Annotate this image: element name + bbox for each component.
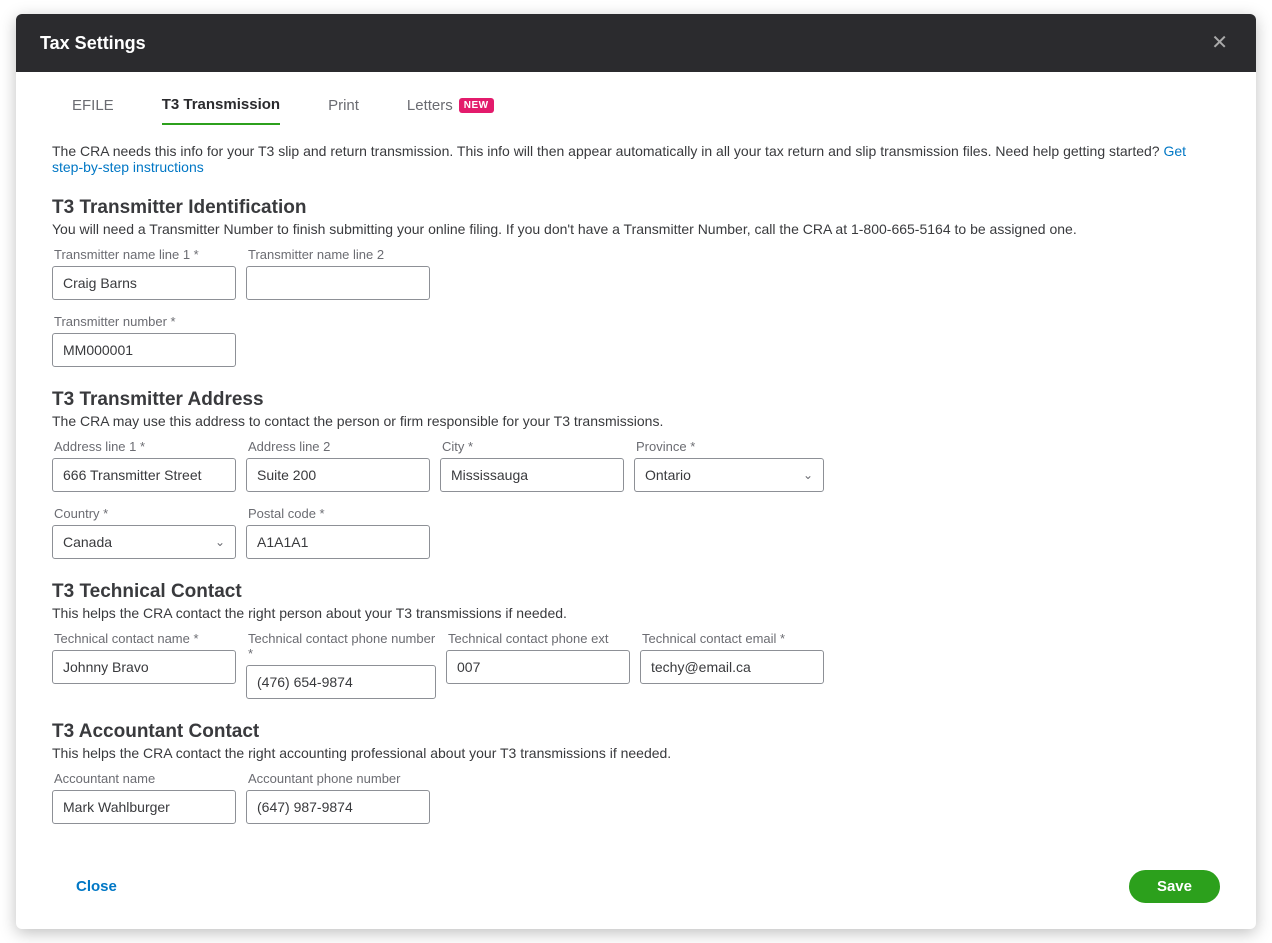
field-tech-phone: Technical contact phone number *: [246, 631, 436, 699]
input-transmitter-name-1[interactable]: [52, 266, 236, 300]
section-title: T3 Transmitter Identification: [52, 197, 1220, 219]
modal-header: Tax Settings ✕: [16, 14, 1256, 72]
tab-t3-transmission[interactable]: T3 Transmission: [162, 86, 280, 125]
input-tech-ext[interactable]: [446, 650, 630, 684]
chevron-down-icon: ⌄: [215, 535, 225, 549]
close-icon[interactable]: ✕: [1207, 29, 1232, 57]
modal-title: Tax Settings: [40, 33, 146, 54]
input-tech-email[interactable]: [640, 650, 824, 684]
field-transmitter-number: Transmitter number *: [52, 314, 236, 367]
label-acct-phone: Accountant phone number: [246, 771, 430, 786]
field-country: Country * Canada ⌄: [52, 506, 236, 559]
chevron-down-icon: ⌄: [803, 468, 813, 482]
section-transmitter-address: T3 Transmitter Address The CRA may use t…: [52, 389, 1220, 559]
input-address-line-2[interactable]: [246, 458, 430, 492]
label-address-line-1: Address line 1 *: [52, 439, 236, 454]
field-city: City *: [440, 439, 624, 492]
input-address-line-1[interactable]: [52, 458, 236, 492]
label-transmitter-number: Transmitter number *: [52, 314, 236, 329]
tax-settings-modal: Tax Settings ✕ EFILE T3 Transmission Pri…: [16, 14, 1256, 929]
label-province: Province *: [634, 439, 824, 454]
input-acct-name[interactable]: [52, 790, 236, 824]
label-tech-name: Technical contact name *: [52, 631, 236, 646]
input-transmitter-name-2[interactable]: [246, 266, 430, 300]
input-tech-phone[interactable]: [246, 665, 436, 699]
field-acct-name: Accountant name: [52, 771, 236, 824]
intro-text: The CRA needs this info for your T3 slip…: [52, 143, 1220, 175]
section-subtext: This helps the CRA contact the right per…: [52, 605, 1220, 621]
label-address-line-2: Address line 2: [246, 439, 430, 454]
section-title: T3 Transmitter Address: [52, 389, 1220, 411]
tabs: EFILE T3 Transmission Print Letters NEW: [52, 86, 1220, 125]
label-postal-code: Postal code *: [246, 506, 430, 521]
field-tech-ext: Technical contact phone ext: [446, 631, 630, 699]
label-city: City *: [440, 439, 624, 454]
close-button[interactable]: Close: [76, 878, 117, 895]
tab-efile[interactable]: EFILE: [72, 86, 114, 125]
field-tech-name: Technical contact name *: [52, 631, 236, 699]
section-subtext: This helps the CRA contact the right acc…: [52, 745, 1220, 761]
label-tech-ext: Technical contact phone ext: [446, 631, 630, 646]
input-postal-code[interactable]: [246, 525, 430, 559]
select-province-value: Ontario: [645, 467, 691, 483]
field-province: Province * Ontario ⌄: [634, 439, 824, 492]
select-province[interactable]: Ontario ⌄: [634, 458, 824, 492]
section-title: T3 Accountant Contact: [52, 721, 1220, 743]
label-acct-name: Accountant name: [52, 771, 236, 786]
new-badge: NEW: [459, 98, 494, 113]
field-address-line-1: Address line 1 *: [52, 439, 236, 492]
select-country[interactable]: Canada ⌄: [52, 525, 236, 559]
field-acct-phone: Accountant phone number: [246, 771, 430, 824]
label-tech-email: Technical contact email *: [640, 631, 824, 646]
input-acct-phone[interactable]: [246, 790, 430, 824]
save-button[interactable]: Save: [1129, 870, 1220, 903]
modal-body: EFILE T3 Transmission Print Letters NEW …: [16, 72, 1256, 824]
label-tech-phone: Technical contact phone number *: [246, 631, 436, 661]
section-subtext: You will need a Transmitter Number to fi…: [52, 221, 1220, 237]
input-city[interactable]: [440, 458, 624, 492]
label-country: Country *: [52, 506, 236, 521]
label-transmitter-name-1: Transmitter name line 1 *: [52, 247, 236, 262]
section-transmitter-id: T3 Transmitter Identification You will n…: [52, 197, 1220, 367]
section-accountant-contact: T3 Accountant Contact This helps the CRA…: [52, 721, 1220, 824]
field-address-line-2: Address line 2: [246, 439, 430, 492]
input-transmitter-number[interactable]: [52, 333, 236, 367]
field-tech-email: Technical contact email *: [640, 631, 824, 699]
section-technical-contact: T3 Technical Contact This helps the CRA …: [52, 581, 1220, 699]
label-transmitter-name-2: Transmitter name line 2: [246, 247, 430, 262]
tab-letters[interactable]: Letters NEW: [407, 86, 494, 125]
field-transmitter-name-2: Transmitter name line 2: [246, 247, 430, 300]
intro-body: The CRA needs this info for your T3 slip…: [52, 143, 1160, 159]
section-title: T3 Technical Contact: [52, 581, 1220, 603]
field-postal-code: Postal code *: [246, 506, 430, 559]
field-transmitter-name-1: Transmitter name line 1 *: [52, 247, 236, 300]
tab-print[interactable]: Print: [328, 86, 359, 125]
section-subtext: The CRA may use this address to contact …: [52, 413, 1220, 429]
input-tech-name[interactable]: [52, 650, 236, 684]
select-country-value: Canada: [63, 534, 112, 550]
tab-letters-label: Letters: [407, 97, 453, 114]
modal-footer: Close Save: [16, 846, 1256, 929]
